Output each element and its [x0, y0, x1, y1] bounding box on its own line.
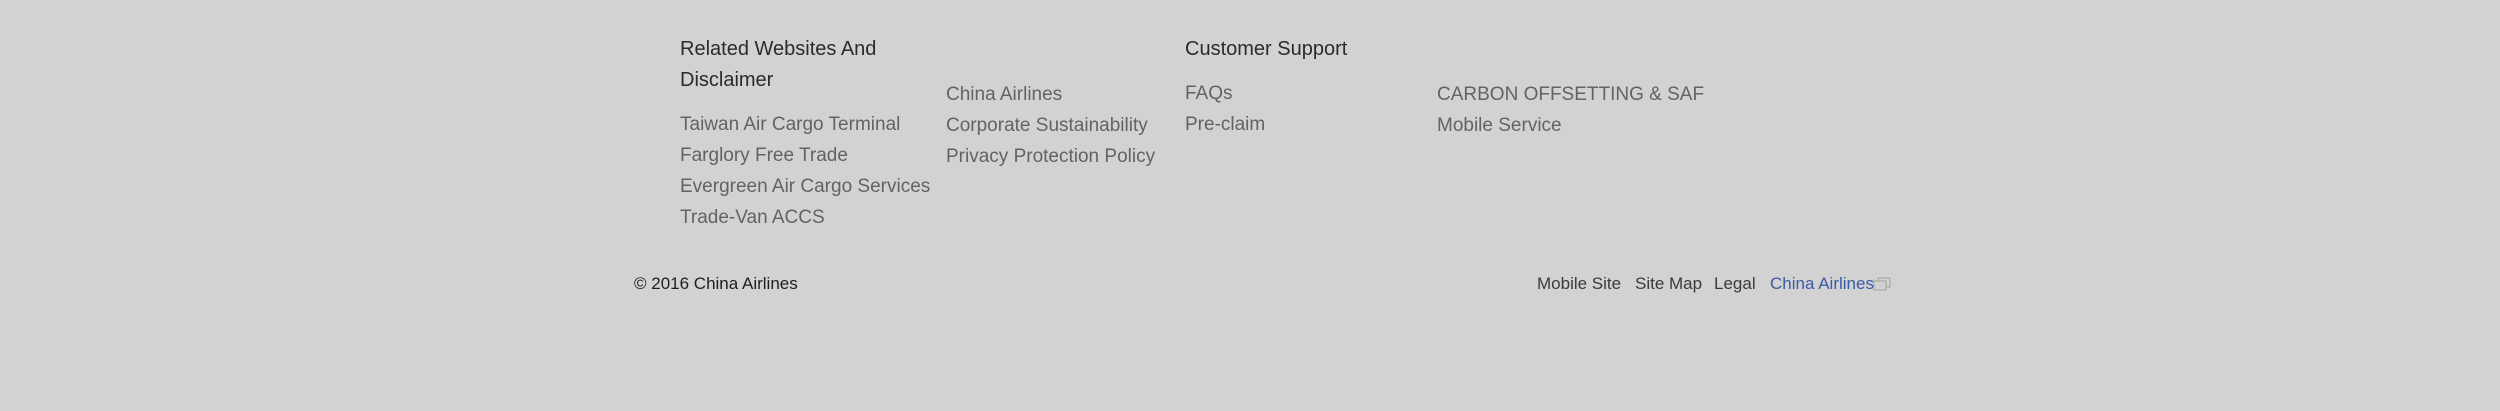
link-farglory-free-trade[interactable]: Farglory Free Trade — [680, 144, 848, 168]
link-pre-claim[interactable]: Pre-claim — [1185, 113, 1265, 137]
link-faqs[interactable]: FAQs — [1185, 82, 1233, 106]
link-evergreen-air-cargo-services[interactable]: Evergreen Air Cargo Services — [680, 175, 930, 199]
link-corporate-sustainability[interactable]: Corporate Sustainability — [946, 114, 1148, 138]
link-taiwan-air-cargo-terminal[interactable]: Taiwan Air Cargo Terminal — [680, 113, 900, 137]
customer-support-heading: Customer Support — [1185, 38, 1348, 60]
copyright-text: © 2016 China Airlines — [634, 274, 798, 293]
related-websites-heading-line1: Related Websites And — [680, 38, 877, 60]
link-china-airlines[interactable]: China Airlines — [946, 83, 1062, 107]
link-mobile-service[interactable]: Mobile Service — [1437, 114, 1562, 138]
bottom-link-legal[interactable]: Legal — [1714, 272, 1756, 296]
external-window-icon — [1873, 277, 1891, 291]
link-privacy-protection-policy[interactable]: Privacy Protection Policy — [946, 145, 1155, 169]
bottom-link-mobile-site[interactable]: Mobile Site — [1537, 272, 1621, 296]
site-footer: Related Websites And Disclaimer Taiwan A… — [0, 0, 2500, 411]
bottom-link-china-airlines[interactable]: China Airlines — [1770, 272, 1874, 296]
related-websites-heading-line2: Disclaimer — [680, 69, 774, 91]
link-trade-van-accs[interactable]: Trade-Van ACCS — [680, 206, 825, 230]
link-carbon-offsetting-saf[interactable]: CARBON OFFSETTING & SAF — [1437, 83, 1704, 107]
bottom-link-site-map[interactable]: Site Map — [1635, 272, 1702, 296]
